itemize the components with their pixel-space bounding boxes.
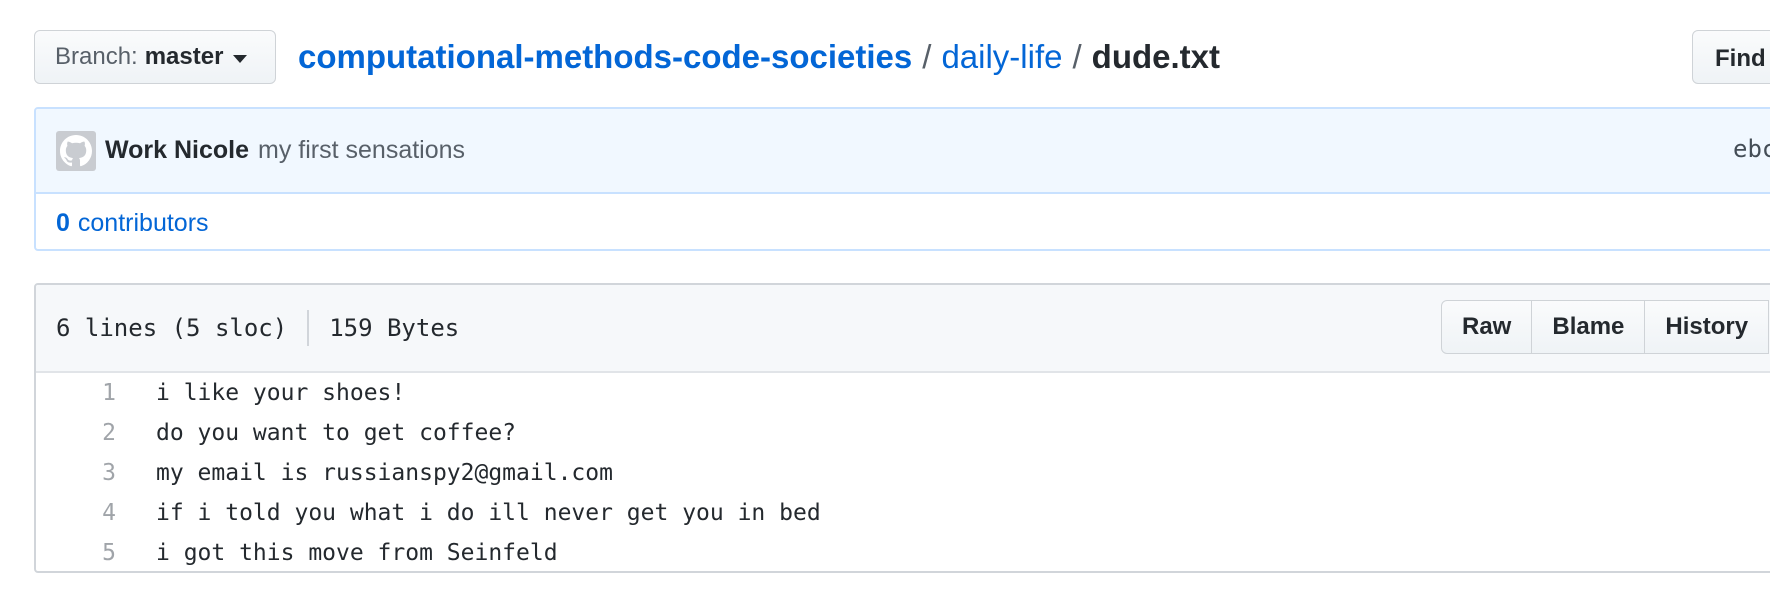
github-octocat-icon[interactable] xyxy=(56,130,96,171)
line-text: i got this move from Seinfeld xyxy=(156,540,558,566)
commit-row: Work Nicole my first sensations ebc xyxy=(36,109,1770,194)
code-table: 1 i like your shoes! 2 do you want to ge… xyxy=(36,373,821,571)
contributors-label: contributors xyxy=(77,209,209,237)
contributors-count: 0 xyxy=(56,209,70,237)
code-line: 1 i like your shoes! xyxy=(36,373,821,413)
history-button[interactable]: History xyxy=(1644,300,1770,354)
branch-select-button[interactable]: Branch: master xyxy=(34,30,276,84)
breadcrumb-repo-link[interactable]: computational-methods-code-societies xyxy=(298,38,912,76)
line-text: do you want to get coffee? xyxy=(156,420,517,446)
code-line: 3 my email is russianspy2@gmail.com xyxy=(36,453,821,493)
breadcrumb-current-file: dude.txt xyxy=(1091,38,1220,75)
line-number[interactable]: 1 xyxy=(36,380,116,406)
raw-button[interactable]: Raw xyxy=(1441,300,1533,354)
line-number[interactable]: 3 xyxy=(36,460,116,486)
line-number[interactable]: 4 xyxy=(36,500,116,526)
code-line: 4 if i told you what i do ill never get … xyxy=(36,493,821,533)
code-line: 5 i got this move from Seinfeld xyxy=(36,533,821,571)
file-viewer: 6 lines (5 sloc) 159 Bytes Raw Blame His… xyxy=(34,283,1770,573)
caret-down-icon xyxy=(233,54,248,63)
breadcrumb: computational-methods-code-societies / d… xyxy=(298,32,1220,82)
line-text: i like your shoes! xyxy=(156,380,406,406)
breadcrumb-separator: / xyxy=(922,38,932,75)
line-number[interactable]: 2 xyxy=(36,420,116,446)
line-text: if i told you what i do ill never get yo… xyxy=(156,500,821,526)
commit-message-link[interactable]: my first sensations xyxy=(258,136,465,165)
contributors-link[interactable]: 0 contributors xyxy=(36,194,1770,249)
latest-commit-box: Work Nicole my first sensations ebc 0 co… xyxy=(34,107,1770,251)
breadcrumb-dir-link[interactable]: daily-life xyxy=(941,38,1062,76)
file-actions-group: Raw Blame History xyxy=(1441,300,1770,354)
file-info: 6 lines (5 sloc) 159 Bytes xyxy=(56,285,459,371)
branch-label: Branch: xyxy=(55,43,138,70)
find-file-button[interactable]: Find xyxy=(1692,30,1770,84)
file-header: 6 lines (5 sloc) 159 Bytes Raw Blame His… xyxy=(36,285,1770,373)
code-line: 2 do you want to get coffee? xyxy=(36,413,821,453)
blame-button[interactable]: Blame xyxy=(1531,300,1646,354)
branch-value: master xyxy=(144,43,224,70)
line-number[interactable]: 5 xyxy=(36,540,116,566)
breadcrumb-separator: / xyxy=(1072,38,1082,75)
line-text: my email is russianspy2@gmail.com xyxy=(156,460,613,486)
commit-author-link[interactable]: Work Nicole xyxy=(105,136,249,165)
commit-sha-link[interactable]: ebc xyxy=(1733,135,1770,163)
file-lines-info: 6 lines (5 sloc) xyxy=(56,314,288,342)
file-size: 159 Bytes xyxy=(329,314,460,342)
file-info-divider xyxy=(307,310,310,346)
